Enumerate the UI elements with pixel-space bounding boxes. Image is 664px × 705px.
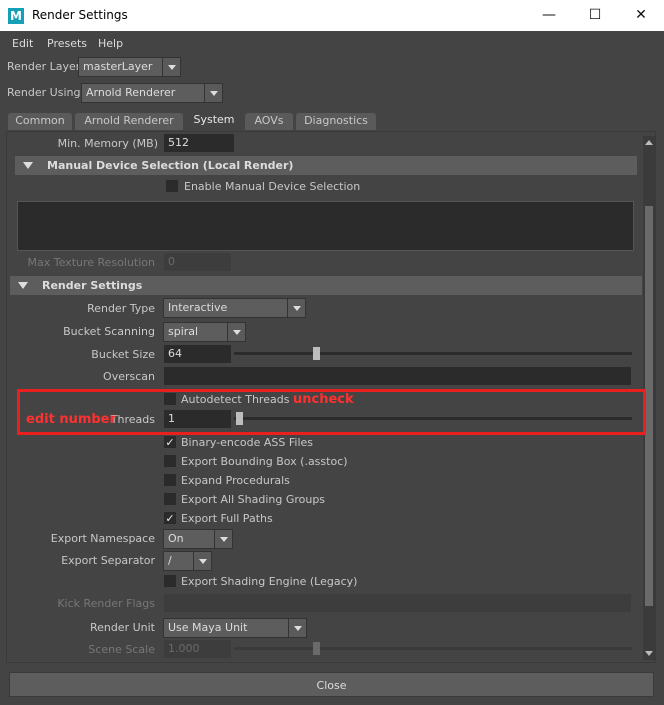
title-bar: M Render Settings — ☐ ✕ [0,0,664,31]
chevron-down-icon [193,552,211,570]
render-layer-value: masterLayer [83,60,153,73]
scrollbar-thumb[interactable] [645,206,653,606]
scene-scale-label: Scene Scale [88,643,155,656]
manual-device-section-header[interactable]: Manual Device Selection (Local Render) [15,156,637,175]
enable-manual-device-checkbox[interactable] [166,180,178,192]
export-all-shading-groups-checkbox[interactable] [164,493,176,505]
chevron-down-icon [288,619,306,637]
chevron-down-icon [287,299,305,317]
bucket-size-label: Bucket Size [91,348,155,361]
export-shading-engine-label: Export Shading Engine (Legacy) [181,575,358,588]
maya-app-icon: M [8,8,24,24]
kick-render-flags-label: Kick Render Flags [57,597,155,610]
scroll-down-arrow-icon[interactable] [645,651,653,656]
render-using-dropdown[interactable]: Arnold Renderer [81,83,223,103]
render-layer-label: Render Layer [7,60,81,73]
export-full-paths-checkbox[interactable]: ✓ [164,512,176,524]
chevron-down-icon [162,58,180,76]
render-type-dropdown[interactable]: Interactive [163,298,306,318]
render-unit-label: Render Unit [89,621,155,634]
export-separator-value: / [168,554,172,567]
max-texture-resolution-label: Max Texture Resolution [27,256,155,269]
menu-presets[interactable]: Presets [47,37,87,50]
min-memory-label: Min. Memory (MB) [57,137,158,150]
annotation-edit-number: edit number [26,412,116,427]
binary-encode-checkbox[interactable]: ✓ [164,436,176,448]
render-using-value: Arnold Renderer [86,86,176,99]
export-namespace-label: Export Namespace [50,532,155,545]
export-bounding-box-checkbox[interactable] [164,455,176,467]
overscan-field[interactable] [164,367,631,385]
menu-edit[interactable]: Edit [12,37,33,50]
min-memory-field[interactable]: 512 [164,134,234,152]
scene-scale-field: 1.000 [164,640,231,658]
render-layer-dropdown[interactable]: masterLayer [78,57,181,77]
bucket-scanning-dropdown[interactable]: spiral [163,322,246,342]
device-list-box[interactable] [17,201,634,251]
export-separator-label: Export Separator [61,554,155,567]
export-namespace-value: On [168,532,184,545]
bucket-size-field[interactable]: 64 [164,345,231,363]
kick-render-flags-field [164,594,631,612]
tab-arnold-renderer[interactable]: Arnold Renderer [75,113,183,130]
bucket-size-slider-handle[interactable] [313,347,320,360]
scene-scale-slider-handle [313,642,320,655]
scroll-up-arrow-icon[interactable] [645,140,653,145]
binary-encode-label: Binary-encode ASS Files [181,436,314,449]
section-title: Manual Device Selection (Local Render) [47,159,294,172]
maximize-button[interactable]: ☐ [572,0,618,31]
overscan-label: Overscan [103,370,155,383]
render-unit-value: Use Maya Unit [168,621,248,634]
tab-system[interactable]: System [186,112,242,131]
max-texture-resolution-field: 0 [164,253,231,271]
expand-procedurals-checkbox[interactable] [164,474,176,486]
enable-manual-device-label: Enable Manual Device Selection [184,180,361,193]
scene-scale-slider-track [234,647,632,650]
export-full-paths-label: Export Full Paths [181,512,273,525]
section-title: Render Settings [42,279,143,292]
export-bounding-box-label: Export Bounding Box (.asstoc) [181,455,348,468]
render-using-label: Render Using [7,86,81,99]
tab-diagnostics[interactable]: Diagnostics [296,113,376,130]
collapse-triangle-icon [23,162,33,169]
export-namespace-dropdown[interactable]: On [163,529,233,549]
render-type-value: Interactive [168,301,228,314]
chevron-down-icon [214,530,232,548]
chevron-down-icon [227,323,245,341]
render-settings-section-header[interactable]: Render Settings [10,276,642,295]
annotation-uncheck: uncheck [293,392,354,407]
window-title: Render Settings [32,8,128,22]
tab-aovs[interactable]: AOVs [245,113,293,130]
bucket-scanning-value: spiral [168,325,199,338]
chevron-down-icon [204,84,222,102]
expand-procedurals-label: Expand Procedurals [181,474,290,487]
close-window-button[interactable]: ✕ [618,0,664,31]
close-button[interactable]: Close [9,672,654,697]
export-shading-engine-checkbox[interactable] [164,575,176,587]
menu-help[interactable]: Help [98,37,123,50]
render-type-label: Render Type [87,302,155,315]
export-all-shading-groups-label: Export All Shading Groups [181,493,326,506]
bucket-size-slider-track[interactable] [234,352,632,355]
export-separator-dropdown[interactable]: / [163,551,212,571]
minimize-button[interactable]: — [526,0,572,31]
collapse-triangle-icon [18,282,28,289]
tab-common[interactable]: Common [8,113,72,130]
bucket-scanning-label: Bucket Scanning [63,325,155,338]
render-unit-dropdown[interactable]: Use Maya Unit [163,618,307,638]
